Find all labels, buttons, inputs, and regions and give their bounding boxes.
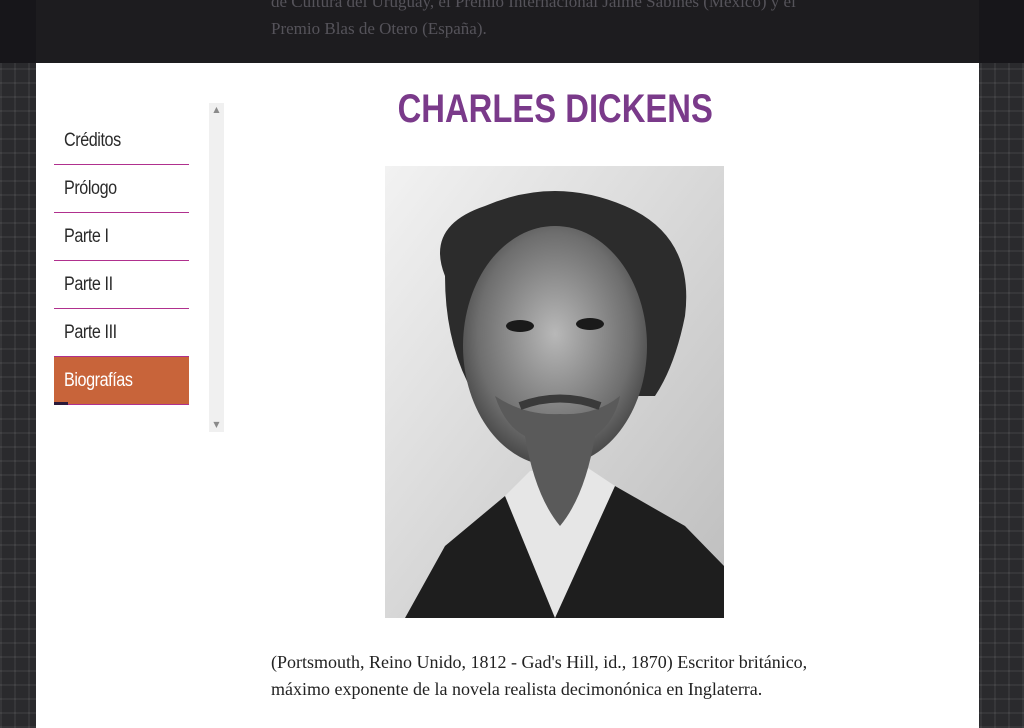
sidebar-item-parte-1[interactable]: Parte I <box>54 213 189 261</box>
sidebar-item-parte-3[interactable]: Parte III <box>54 309 189 357</box>
sidebar-item-label: Biografías <box>64 369 133 391</box>
scrollbar-thumb[interactable] <box>212 119 221 416</box>
page-title: CHARLES DICKENS <box>397 87 713 131</box>
scroll-up-icon[interactable]: ▲ <box>209 103 224 117</box>
sidebar-item-label: Créditos <box>64 129 121 151</box>
top-overlay-bar: de Cultura del Uruguay, el Premio Intern… <box>0 0 1024 63</box>
sidebar-item-label: Parte III <box>64 321 117 343</box>
scroll-down-icon[interactable]: ▼ <box>209 418 224 432</box>
sidebar-item-label: Prólogo <box>64 177 117 199</box>
sidebar-item-label: Parte I <box>64 225 109 247</box>
sidebar-item-biografias[interactable]: Biografías <box>54 357 189 405</box>
content-panel: Créditos Prólogo Parte I Parte II Parte … <box>36 63 979 728</box>
portrait-photo-icon <box>385 166 724 618</box>
sidebar-item-parte-2[interactable]: Parte II <box>54 261 189 309</box>
previous-page-text: de Cultura del Uruguay, el Premio Intern… <box>271 0 796 38</box>
sidebar-nav: Créditos Prólogo Parte I Parte II Parte … <box>54 117 189 405</box>
sidebar-item-label: Parte II <box>64 273 113 295</box>
previous-page-strip: de Cultura del Uruguay, el Premio Intern… <box>36 0 979 63</box>
author-portrait <box>385 166 724 618</box>
sidebar-item-creditos[interactable]: Créditos <box>54 117 189 165</box>
biography-text: (Portsmouth, Reino Unido, 1812 - Gad's H… <box>271 652 808 699</box>
sidebar-item-prologo[interactable]: Prólogo <box>54 165 189 213</box>
sidebar-scrollbar[interactable]: ▲ ▼ <box>209 103 224 432</box>
